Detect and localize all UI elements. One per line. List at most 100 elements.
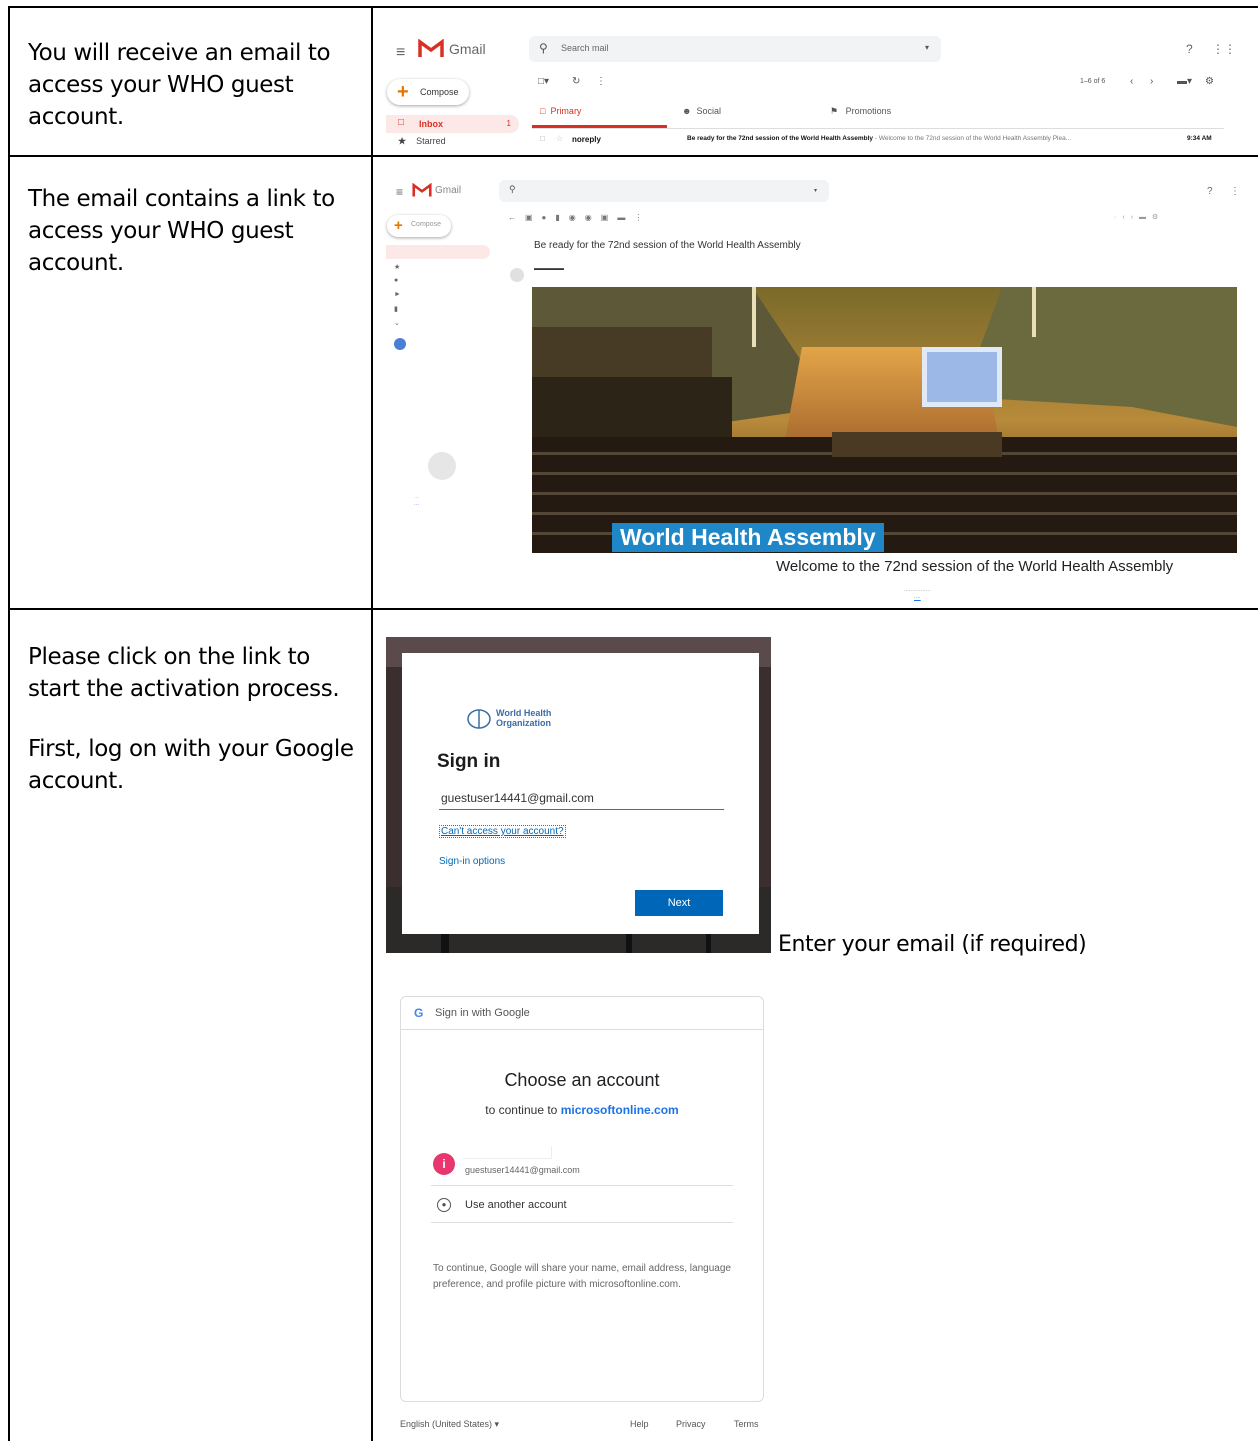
compose-button[interactable]: + Compose — [387, 215, 451, 237]
apps-icon[interactable]: ⋮ — [1230, 186, 1240, 197]
who-name-line1: World Health — [496, 708, 552, 718]
keyboard-icon[interactable]: ▬▾ — [1177, 76, 1192, 87]
user-circle-icon: ● — [437, 1198, 451, 1212]
message-row[interactable]: □ ☆ noreply Be ready for the 72nd sessio… — [532, 131, 1222, 151]
email-toolbar: ←▣●▮◉◉▣▬⋮ — [508, 213, 652, 222]
hangouts-icon — [428, 452, 456, 480]
hangouts-avatar[interactable] — [394, 338, 406, 350]
account-option[interactable]: i guestuser14441@gmail.com — [431, 1143, 733, 1186]
sidebar-item-inbox[interactable]: □ Inbox 1 — [386, 115, 519, 133]
welcome-text: Welcome to the 72nd session of the World… — [776, 558, 1174, 575]
google-header: G Sign in with Google — [401, 997, 763, 1030]
message-subject: Be ready for the 72nd session of the Wor… — [534, 240, 801, 251]
message-subject: Be ready for the 72nd session of the Wor… — [687, 135, 874, 142]
table-border-row2 — [8, 608, 1258, 610]
row1-caption-text: You will receive an email to access your… — [28, 40, 331, 130]
refresh-icon[interactable]: ↻ — [572, 76, 580, 87]
compose-label: Compose — [420, 87, 459, 97]
menu-icon[interactable]: ≡ — [396, 44, 405, 62]
signin-options-link[interactable]: Sign-in options — [439, 856, 505, 867]
compose-label: Compose — [411, 221, 441, 228]
tab-social[interactable]: ☻ Social — [682, 106, 721, 116]
tab-promotions[interactable]: ⚑ Promotions — [830, 106, 891, 117]
message-sender: noreply — [572, 135, 601, 144]
account-name-placeholder — [463, 1146, 552, 1159]
sidebar-item-4[interactable]: ► — [394, 291, 401, 298]
tab-social-label: Social — [696, 106, 721, 116]
sidebar-item-starred[interactable]: ★ Starred — [398, 136, 446, 147]
choose-account-title: Choose an account — [504, 1070, 660, 1090]
row2-caption-text: The email contains a link to access your… — [28, 186, 335, 276]
gmail-app-name: Gmail — [449, 41, 486, 57]
compose-button[interactable]: + Compose — [387, 79, 469, 105]
account-avatar: i — [433, 1153, 455, 1175]
who-logo-text: World Health Organization — [496, 708, 551, 728]
row1-caption: You will receive an email to access your… — [28, 37, 358, 133]
category-tabs: □ Primary ☻ Social ⚑ Promotions — [532, 100, 1224, 129]
gmail-message-screenshot: ≡ Gmail ⚲ ▾ ? ⋮ + Compose ★ ● ► ▮ ⌄ ··· ·… — [374, 158, 1258, 608]
prev-page-icon[interactable]: ‹ — [1130, 76, 1133, 87]
sidebar-item-6[interactable]: ⌄ — [394, 319, 400, 327]
help-icon[interactable]: ? — [1207, 186, 1213, 197]
assembly-hall-photo — [532, 287, 1237, 553]
terms-link[interactable]: Terms — [734, 1419, 759, 1429]
message-subject-line: Be ready for the 72nd session of the Wor… — [687, 135, 1071, 142]
account-email: guestuser14441@gmail.com — [465, 1165, 580, 1175]
privacy-link[interactable]: Privacy — [676, 1419, 706, 1429]
sidebar-item-2[interactable]: ★ — [394, 263, 400, 271]
register-link-area[interactable]: ················ ···· — [904, 588, 931, 602]
inbox-label: Inbox — [419, 119, 443, 129]
inbox-icon: □ — [398, 117, 405, 128]
table-border-middle — [371, 6, 373, 1441]
who-emblem-icon — [467, 709, 491, 729]
select-checkbox[interactable]: □▾ — [538, 76, 549, 87]
ms-signin-screenshot: World Health Organization Sign in Can't … — [386, 637, 771, 953]
sidebar-item-5[interactable]: ▮ — [394, 305, 398, 313]
pagination: 1–6 of 6 — [1080, 78, 1106, 85]
search-bar[interactable]: ⚲ ▾ — [499, 180, 829, 202]
plus-icon: + — [394, 217, 403, 234]
tab-primary[interactable]: □ Primary — [540, 106, 581, 116]
search-options-icon[interactable]: ▾ — [814, 187, 817, 194]
search-icon: ⚲ — [539, 41, 548, 55]
apps-icon[interactable]: ⋮⋮ — [1212, 42, 1236, 56]
use-another-account-option[interactable]: ● Use another account — [431, 1192, 733, 1223]
row3-caption: Please click on the link to start the ac… — [28, 641, 366, 797]
who-name-line2: Organization — [496, 718, 552, 728]
sender-avatar — [510, 268, 524, 282]
row-checkbox[interactable]: □ — [540, 134, 545, 143]
message-snippet: - Welcome to the 72nd session of the Wor… — [874, 135, 1072, 142]
enter-email-caption: Enter your email (if required) — [778, 932, 1087, 957]
sidebar-item-inbox[interactable] — [386, 245, 490, 259]
email-field[interactable] — [439, 787, 724, 810]
sender-line: ▬▬▬▬▬ — [534, 266, 564, 272]
row-star-icon[interactable]: ☆ — [556, 134, 563, 143]
message-time: 9:34 AM — [1187, 135, 1212, 142]
help-icon[interactable]: ? — [1186, 42, 1193, 56]
help-link[interactable]: Help — [630, 1419, 649, 1429]
search-options-icon[interactable]: ▾ — [925, 43, 929, 52]
search-bar[interactable]: ⚲ Search mail ▾ — [529, 36, 941, 62]
row3-caption-text-1: Please click on the link to start the ac… — [28, 644, 340, 702]
assembly-hall-illustration — [532, 287, 1237, 553]
gmail-app-name: Gmail — [435, 185, 462, 196]
settings-icon[interactable]: ⚙ — [1205, 76, 1214, 87]
google-g-icon: G — [414, 1006, 424, 1020]
cant-access-link[interactable]: Can't access your account? — [439, 825, 566, 838]
gmail-inbox-screenshot: ≡ Gmail ⚲ Search mail ▾ ? ⋮⋮ + Compose □… — [374, 8, 1258, 155]
star-icon: ★ — [398, 136, 407, 146]
email-toolbar-right: ·‹›▬⚙ — [1114, 214, 1165, 221]
language-select[interactable]: English (United States) ▾ — [400, 1419, 499, 1430]
plus-icon: + — [397, 81, 409, 103]
row2-caption: The email contains a link to access your… — [28, 183, 338, 279]
more-icon[interactable]: ⋮ — [596, 76, 606, 87]
search-placeholder: Search mail — [561, 43, 609, 53]
sidebar-item-3[interactable]: ● — [394, 277, 398, 284]
continue-site-link[interactable]: microsoftonline.com — [561, 1103, 679, 1117]
next-page-icon[interactable]: › — [1150, 76, 1153, 87]
share-notice: To continue, Google will share your name… — [433, 1263, 731, 1290]
banner-title: World Health Assembly — [612, 523, 884, 552]
signin-heading: Sign in — [437, 751, 501, 772]
menu-icon[interactable]: ≡ — [396, 185, 403, 199]
next-button[interactable]: Next — [635, 890, 723, 916]
